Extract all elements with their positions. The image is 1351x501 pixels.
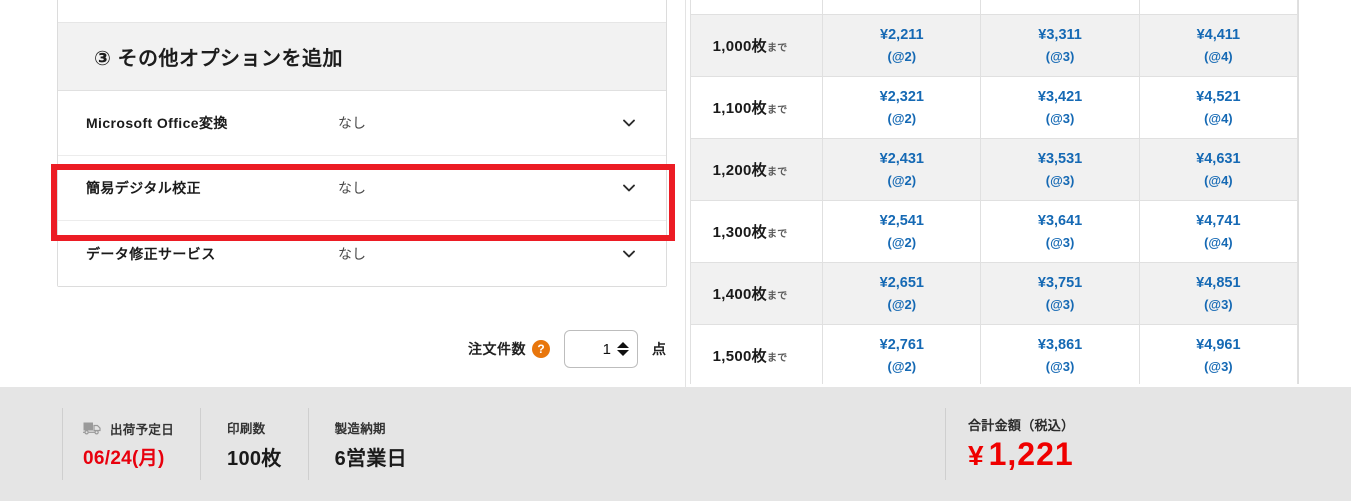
price-table-qty-cell: 1,400枚まで xyxy=(690,262,824,325)
summary-shipping-caption: 出荷予定日 xyxy=(83,419,174,438)
option-value: なし xyxy=(338,115,366,131)
summary-print-count: 印刷数 100枚 xyxy=(200,408,308,480)
price-table-price-cell: ¥2,761 (@2) xyxy=(822,324,982,384)
option-value: なし xyxy=(338,245,366,262)
options-column: ③ その他オプションを追加 Microsoft Office変換 なし 簡易デジ… xyxy=(0,0,686,387)
option-label: 簡易デジタル校正 xyxy=(86,180,201,196)
price-table-price-cell: ¥2,211 (@2) xyxy=(822,14,982,77)
table-row: 1,100枚まで ¥2,321 (@2) ¥3,421 (@3) ¥4,521 (@4) xyxy=(690,76,1298,139)
table-row: 1,400枚まで ¥2,651 (@2) ¥3,751 (@3) ¥4,851 (@3) xyxy=(690,262,1298,325)
table-row: (@2)(@4)(@5) xyxy=(690,0,1298,15)
option-label: Microsoft Office変換 xyxy=(86,115,228,131)
order-summary-bar: 出荷予定日 06/24(月) 印刷数 100枚 製造納期 6営業日 合計金額（税… xyxy=(0,387,1351,501)
order-quantity-value[interactable]: 1 xyxy=(603,341,611,358)
price-table-price-cell: ¥4,741 (@4) xyxy=(1138,200,1298,263)
price-table-price-cell: ¥2,431 (@2) xyxy=(822,138,982,201)
order-quantity-unit: 点 xyxy=(652,341,666,357)
section-header-other-options: ③ その他オプションを追加 xyxy=(58,23,666,91)
price-table-price-cell: (@2) xyxy=(822,0,982,15)
price-table-price-cell: ¥4,411 (@4) xyxy=(1138,14,1298,77)
price-table-qty-cell: 1,100枚まで xyxy=(690,76,824,139)
summary-total-value: ¥1,221 xyxy=(968,436,1074,473)
price-table-price-cell: ¥4,961 (@3) xyxy=(1138,324,1298,384)
summary-shipping-value: 06/24(月) xyxy=(83,447,165,469)
truck-icon xyxy=(83,421,103,435)
price-table-price-cell: ¥3,531 (@3) xyxy=(980,138,1140,201)
price-table-price-cell: (@5) xyxy=(1138,0,1298,15)
order-quantity-row: 注文件数 ? 1 点 xyxy=(0,318,686,380)
price-table-qty-cell: 1,000枚まで xyxy=(690,14,824,77)
price-table-qty-cell: 1,200枚まで xyxy=(690,138,824,201)
chevron-down-icon[interactable] xyxy=(620,179,638,197)
section-header-title: ③ その他オプションを追加 xyxy=(94,48,343,70)
page-root: ③ その他オプションを追加 Microsoft Office変換 なし 簡易デジ… xyxy=(0,0,1351,501)
summary-print-count-value: 100枚 xyxy=(227,447,282,470)
price-table-price-cell: ¥2,321 (@2) xyxy=(822,76,982,139)
stepper-up-icon[interactable] xyxy=(617,342,629,348)
summary-lead-time-value: 6営業日 xyxy=(334,447,407,470)
price-table-price-cell: ¥3,421 (@3) xyxy=(980,76,1140,139)
price-table-price-cell: ¥4,521 (@4) xyxy=(1138,76,1298,139)
table-row: 1,500枚まで ¥2,761 (@2) ¥3,861 (@3) ¥4,961 (@3) xyxy=(690,324,1298,384)
table-row: 1,000枚まで ¥2,211 (@2) ¥3,311 (@3) ¥4,411 (@4) xyxy=(690,14,1298,77)
chevron-down-icon[interactable] xyxy=(620,245,638,263)
stepper-down-icon[interactable] xyxy=(617,350,629,356)
option-row-office-conversion[interactable]: Microsoft Office変換 なし xyxy=(58,91,666,156)
price-table-price-cell: ¥2,651 (@2) xyxy=(822,262,982,325)
price-table-price-cell: ¥3,641 (@3) xyxy=(980,200,1140,263)
price-table: (@2)(@4)(@5)1,000枚まで¥2,211(@2)¥3,311(@3)… xyxy=(690,0,1298,384)
price-table-scroll-area[interactable]: (@2)(@4)(@5)1,000枚まで¥2,211(@2)¥3,311(@3)… xyxy=(690,0,1299,384)
table-row: 1,300枚まで ¥2,541 (@2) ¥3,641 (@3) ¥4,741 (@4) xyxy=(690,200,1298,263)
summary-shipping-caption-text: 出荷予定日 xyxy=(110,422,175,437)
option-value: なし xyxy=(338,180,366,196)
price-table-price-cell: (@4) xyxy=(980,0,1140,15)
help-icon[interactable]: ? xyxy=(532,340,550,358)
price-table-qty-cell: 1,300枚まで xyxy=(690,200,824,263)
price-table-qty-cell xyxy=(690,0,824,15)
order-quantity-stepper[interactable]: 1 xyxy=(564,330,638,368)
other-options-card: ③ その他オプションを追加 Microsoft Office変換 なし 簡易デジ… xyxy=(57,0,667,287)
option-row-data-fix-service[interactable]: データ修正サービス なし xyxy=(58,221,666,286)
card-previous-row-remnant xyxy=(58,0,666,23)
summary-shipping-date: 出荷予定日 06/24(月) xyxy=(62,408,200,480)
price-table-price-cell: ¥4,851 (@3) xyxy=(1138,262,1298,325)
total-amount-number: 1,221 xyxy=(988,436,1074,472)
price-table-price-cell: ¥2,541 (@2) xyxy=(822,200,982,263)
summary-lead-time-caption: 製造納期 xyxy=(334,421,386,436)
price-table-price-cell: ¥3,311 (@3) xyxy=(980,14,1140,77)
chevron-down-icon[interactable] xyxy=(620,114,638,132)
option-label: データ修正サービス xyxy=(86,245,216,262)
option-row-digital-proof[interactable]: 簡易デジタル校正 なし xyxy=(58,156,666,221)
price-table-price-cell: ¥3,751 (@3) xyxy=(980,262,1140,325)
summary-total-caption: 合計金額（税込） xyxy=(968,418,1075,433)
price-table-qty-cell: 1,500枚まで xyxy=(690,324,824,384)
price-table-price-cell: ¥3,861 (@3) xyxy=(980,324,1140,384)
currency-symbol: ¥ xyxy=(968,440,985,471)
stepper-arrows-icon[interactable] xyxy=(617,342,629,356)
summary-print-count-caption: 印刷数 xyxy=(227,421,266,436)
table-row: 1,200枚まで ¥2,431 (@2) ¥3,531 (@3) ¥4,631 (@4) xyxy=(690,138,1298,201)
summary-total-amount: 合計金額（税込） ¥1,221 xyxy=(945,408,1074,480)
order-quantity-label: 注文件数 xyxy=(468,341,526,357)
summary-lead-time: 製造納期 6営業日 xyxy=(307,408,433,480)
price-table-price-cell: ¥4,631 (@4) xyxy=(1138,138,1298,201)
